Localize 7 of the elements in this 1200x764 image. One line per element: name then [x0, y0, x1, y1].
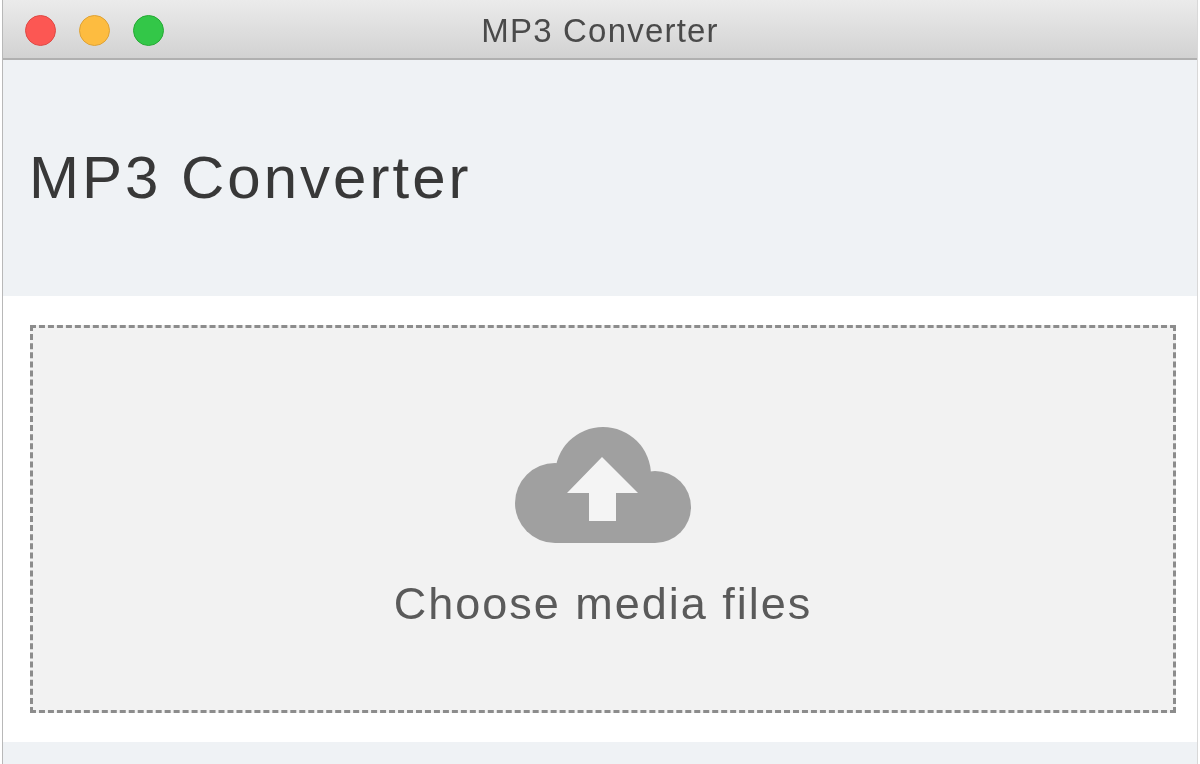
app-heading: MP3 Converter: [29, 143, 472, 213]
close-button[interactable]: [25, 15, 56, 46]
zoom-button[interactable]: [133, 15, 164, 46]
window-title: MP3 Converter: [481, 11, 719, 51]
cloud-upload-icon: [515, 427, 691, 543]
minimize-button[interactable]: [79, 15, 110, 46]
file-drop-zone[interactable]: Choose media files: [30, 325, 1176, 713]
